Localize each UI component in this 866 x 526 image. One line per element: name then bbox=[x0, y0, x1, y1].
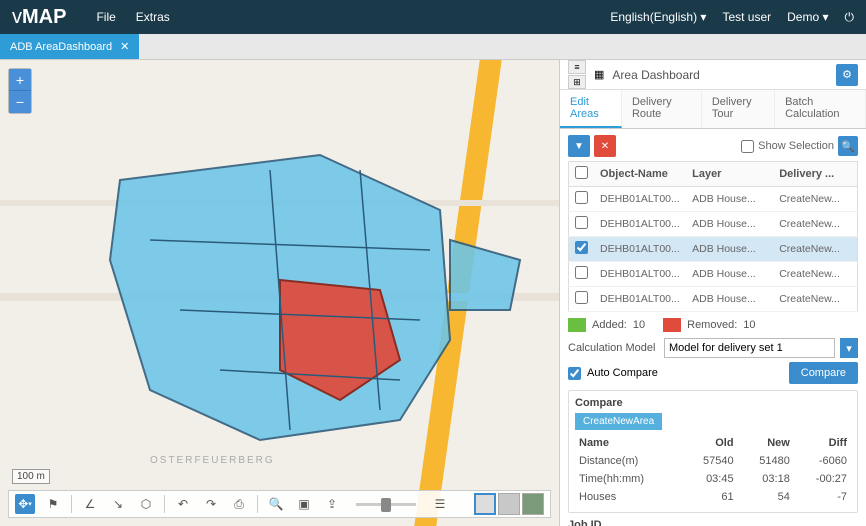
show-selection-label: Show Selection bbox=[758, 140, 834, 152]
row-checkbox[interactable] bbox=[575, 266, 588, 279]
panel-title: Area Dashboard bbox=[612, 68, 828, 82]
search-button[interactable]: 🔍 bbox=[266, 494, 286, 514]
select-down-button[interactable]: ▼ bbox=[568, 135, 590, 157]
table-row[interactable]: DEHB01ALT00...ADB House...CreateNew... bbox=[569, 187, 858, 212]
calc-model-label: Calculation Model bbox=[568, 342, 658, 354]
compare-section: Compare CreateNewArea NameOldNewDiff Dis… bbox=[568, 390, 858, 513]
row-checkbox[interactable] bbox=[575, 216, 588, 229]
added-swatch bbox=[568, 318, 586, 332]
select-all-checkbox[interactable] bbox=[575, 166, 588, 179]
language-selector[interactable]: English(English) ▾ bbox=[610, 10, 706, 24]
layers-icon[interactable]: ≡ bbox=[568, 60, 586, 74]
col-layer[interactable]: Layer bbox=[686, 162, 773, 187]
main: + − OSTERFEUERBERG 100 m ✥▾ ⚑ ∠ ↘ ⬡ ↶ ↷ … bbox=[0, 60, 866, 526]
panel-body: ▼ ✕ Show Selection 🔍 Object-Name Layer D… bbox=[560, 129, 866, 526]
removed-swatch bbox=[663, 318, 681, 332]
compare-row: Houses6154-7 bbox=[575, 488, 851, 506]
objects-table: Object-Name Layer Delivery ... DEHB01ALT… bbox=[568, 161, 858, 312]
scale-indicator: 100 m bbox=[12, 469, 50, 484]
compare-button[interactable]: Compare bbox=[789, 362, 858, 384]
close-icon[interactable]: ✕ bbox=[120, 40, 129, 53]
tab-edit-areas[interactable]: Edit Areas bbox=[560, 90, 622, 128]
zoom-out-button[interactable]: − bbox=[9, 91, 31, 113]
table-row[interactable]: DEHB01ALT00...ADB House...CreateNew... bbox=[569, 287, 858, 312]
auto-compare-row: Auto Compare Compare bbox=[568, 362, 858, 384]
opacity-slider[interactable] bbox=[356, 503, 416, 506]
table-row[interactable]: DEHB01ALT00...ADB House...CreateNew... bbox=[569, 237, 858, 262]
delete-button[interactable]: ✕ bbox=[594, 135, 616, 157]
tab-delivery-route[interactable]: Delivery Route bbox=[622, 90, 702, 128]
polygon-tool[interactable]: ⬡ bbox=[136, 494, 156, 514]
legend: Added: 10 Removed: 10 bbox=[568, 318, 858, 332]
tab-delivery-tour[interactable]: Delivery Tour bbox=[702, 90, 775, 128]
tenant-selector[interactable]: Demo ▾ bbox=[787, 10, 828, 24]
info-button[interactable]: ▣ bbox=[294, 494, 314, 514]
panel-tabs: Edit Areas Delivery Route Delivery Tour … bbox=[560, 90, 866, 129]
calc-model-select[interactable] bbox=[664, 338, 835, 358]
undo-button[interactable]: ↶ bbox=[173, 494, 193, 514]
row-checkbox[interactable] bbox=[575, 241, 588, 254]
basemap-gray[interactable] bbox=[498, 493, 520, 515]
row-checkbox[interactable] bbox=[575, 191, 588, 204]
top-bar: vMAP File Extras English(English) ▾ Test… bbox=[0, 0, 866, 34]
auto-compare-checkbox[interactable] bbox=[568, 367, 581, 380]
logo: vMAP bbox=[12, 6, 66, 29]
job-id-label: Job ID bbox=[568, 519, 858, 526]
side-panel: ≡ ⊞ ▦ Area Dashboard ⚙ Edit Areas Delive… bbox=[560, 60, 866, 526]
map-viewport[interactable]: + − OSTERFEUERBERG 100 m ✥▾ ⚑ ∠ ↘ ⬡ ↶ ↷ … bbox=[0, 60, 560, 526]
app-tab-label: ADB AreaDashboard bbox=[10, 41, 112, 53]
export-button[interactable]: ⇪ bbox=[322, 494, 342, 514]
zoom-in-button[interactable]: + bbox=[9, 69, 31, 91]
basemap-street[interactable] bbox=[474, 493, 496, 515]
col-delivery[interactable]: Delivery ... bbox=[773, 162, 857, 187]
user-menu: English(English) ▾ Test user Demo ▾ ⏻ bbox=[610, 10, 854, 25]
compare-row: Distance(m)5754051480-6060 bbox=[575, 452, 851, 470]
calc-model-row: Calculation Model ▾ bbox=[568, 338, 858, 358]
menu-extras[interactable]: Extras bbox=[136, 10, 170, 24]
tab-batch-calc[interactable]: Batch Calculation bbox=[775, 90, 866, 128]
col-object[interactable]: Object-Name bbox=[594, 162, 686, 187]
layers-button[interactable]: ☰ bbox=[430, 494, 450, 514]
table-row[interactable]: DEHB01ALT00...ADB House...CreateNew... bbox=[569, 262, 858, 287]
print-button[interactable]: ⎙ bbox=[229, 494, 249, 514]
action-row: ▼ ✕ Show Selection 🔍 bbox=[568, 135, 858, 157]
flag-tool[interactable]: ⚑ bbox=[43, 494, 63, 514]
auto-compare-label: Auto Compare bbox=[587, 367, 658, 379]
map-label: OSTERFEUERBERG bbox=[150, 455, 275, 466]
chevron-down-icon[interactable]: ▾ bbox=[840, 338, 858, 358]
app-tabs: ADB AreaDashboard ✕ bbox=[0, 34, 866, 60]
panel-header: ≡ ⊞ ▦ Area Dashboard ⚙ bbox=[560, 60, 866, 90]
zoom-control: + − bbox=[8, 68, 32, 114]
map-toolbar: ✥▾ ⚑ ∠ ↘ ⬡ ↶ ↷ ⎙ 🔍 ▣ ⇪ ☰ bbox=[8, 490, 551, 518]
basemap bbox=[0, 60, 559, 526]
compare-heading: Compare bbox=[575, 397, 851, 409]
row-checkbox[interactable] bbox=[575, 291, 588, 304]
grid-icon: ▦ bbox=[594, 68, 604, 81]
basemap-satellite[interactable] bbox=[522, 493, 544, 515]
angle-tool[interactable]: ∠ bbox=[80, 494, 100, 514]
menu-file[interactable]: File bbox=[96, 10, 115, 24]
line-tool[interactable]: ↘ bbox=[108, 494, 128, 514]
settings-button[interactable]: ⚙ bbox=[836, 64, 858, 86]
pointer-tool[interactable]: ✥▾ bbox=[15, 494, 35, 514]
user-label: Test user bbox=[722, 10, 771, 24]
compare-tag[interactable]: CreateNewArea bbox=[575, 413, 662, 430]
main-menu: File Extras bbox=[96, 10, 610, 24]
show-selection-checkbox[interactable] bbox=[741, 140, 754, 153]
compare-row: Time(hh:mm)03:4503:18-00:27 bbox=[575, 470, 851, 488]
search-icon[interactable]: 🔍 bbox=[838, 136, 858, 156]
app-tab-dashboard[interactable]: ADB AreaDashboard ✕ bbox=[0, 34, 139, 59]
table-row[interactable]: DEHB01ALT00...ADB House...CreateNew... bbox=[569, 212, 858, 237]
compare-table: NameOldNewDiff Distance(m)5754051480-606… bbox=[575, 434, 851, 506]
ruler-icon[interactable]: ⊞ bbox=[568, 75, 586, 89]
power-icon[interactable]: ⏻ bbox=[845, 10, 855, 25]
redo-button[interactable]: ↷ bbox=[201, 494, 221, 514]
basemap-switcher bbox=[474, 493, 544, 515]
